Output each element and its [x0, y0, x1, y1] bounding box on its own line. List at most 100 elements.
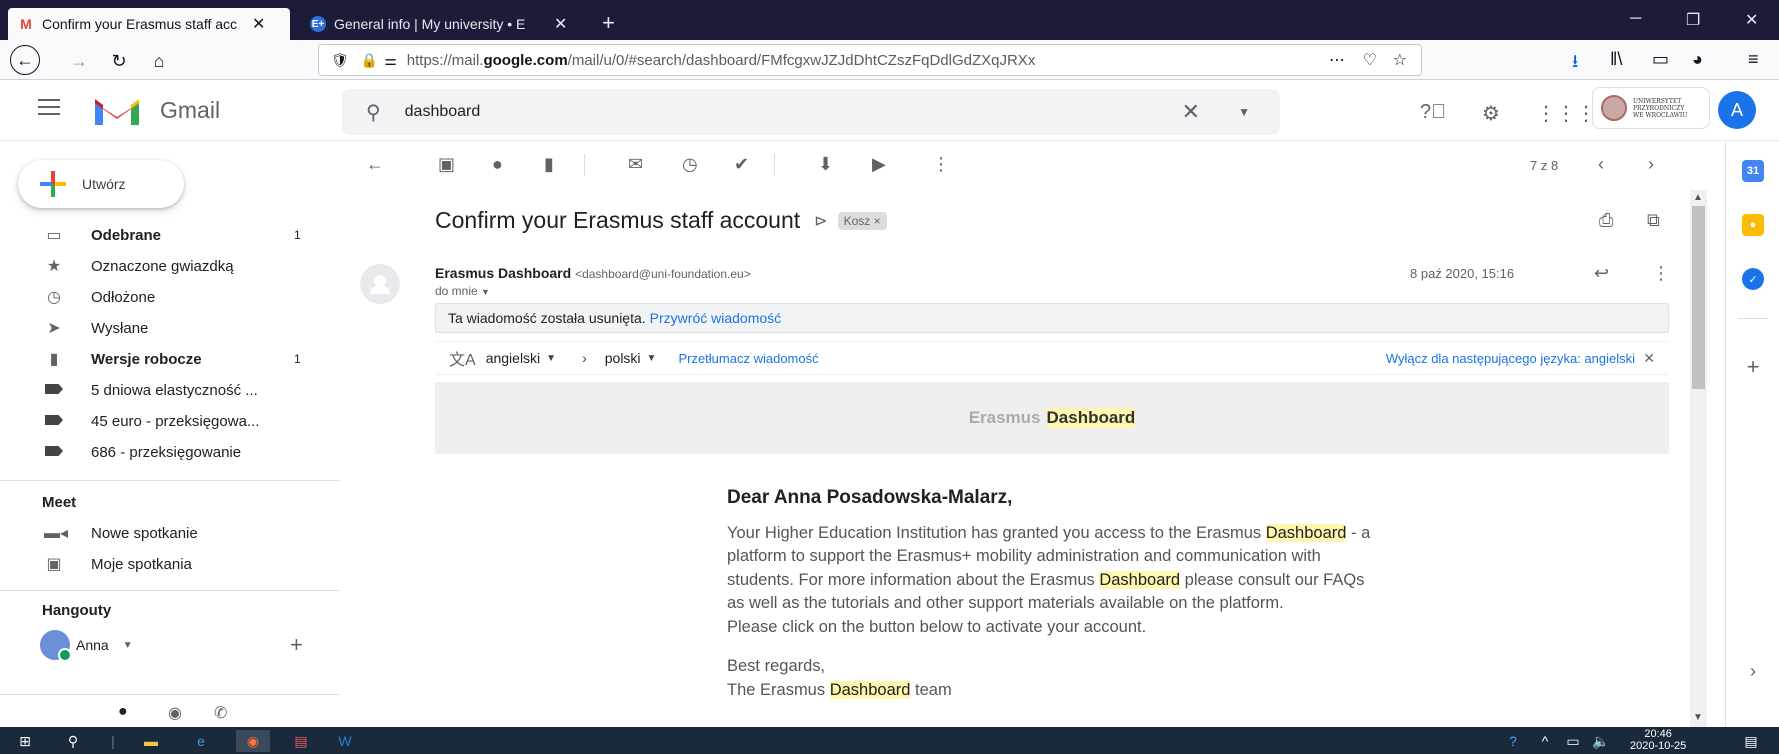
- sidebar-item-label-3[interactable]: 686 - przeksięgowanie: [0, 437, 320, 467]
- older-chevron-icon[interactable]: ›: [1648, 154, 1654, 175]
- source-language-select[interactable]: angielski: [486, 350, 540, 366]
- snooze-icon[interactable]: ◷: [682, 154, 698, 175]
- print-icon[interactable]: ⎙: [1599, 210, 1613, 231]
- reload-button[interactable]: ↻: [106, 48, 132, 74]
- compose-button[interactable]: Utwórz: [18, 160, 184, 208]
- restore-button[interactable]: ❐: [1686, 10, 1700, 30]
- scroll-up-icon[interactable]: ▲: [1693, 192, 1703, 203]
- notifications-icon[interactable]: ▤: [1740, 730, 1762, 752]
- back-arrow-icon[interactable]: ←: [366, 154, 384, 175]
- apps-grid-icon[interactable]: ⋮⋮⋮: [1536, 101, 1596, 126]
- windows-start-icon[interactable]: ⊞: [14, 730, 36, 752]
- report-spam-icon[interactable]: ●: [492, 154, 503, 175]
- search-options-icon[interactable]: ▼: [1238, 105, 1250, 119]
- home-button[interactable]: ⌂: [146, 48, 172, 74]
- hangouts-user[interactable]: Anna ▼: [40, 630, 133, 662]
- search-icon[interactable]: ⚲: [366, 100, 381, 125]
- chevron-up-icon[interactable]: ^: [1534, 730, 1556, 752]
- keep-icon[interactable]: ●: [1742, 214, 1764, 236]
- tab-erasmus[interactable]: E+ General info | My university • E ✕: [300, 8, 590, 40]
- bookmark-star-icon[interactable]: ☆: [1393, 50, 1407, 70]
- library-icon[interactable]: ‖\: [1610, 49, 1622, 70]
- chevron-right-icon[interactable]: ›: [1742, 660, 1764, 682]
- sidebar-item-inbox[interactable]: ▭ Odebrane 1: [0, 220, 320, 250]
- trash-label-chip[interactable]: Kosz ×: [837, 211, 887, 230]
- chevron-down-icon[interactable]: ▼: [546, 353, 556, 364]
- sidebar-item-snoozed[interactable]: ◷ Odłożone: [0, 282, 320, 312]
- extension-icon[interactable]: ◕: [1692, 49, 1703, 70]
- account-avatar[interactable]: A: [1718, 91, 1756, 129]
- new-tab-button[interactable]: +: [602, 10, 615, 36]
- more-options-icon[interactable]: ⋮: [932, 154, 950, 175]
- target-language-select[interactable]: polski: [605, 350, 641, 366]
- close-window-button[interactable]: ✕: [1745, 10, 1758, 30]
- label-icon[interactable]: ▶: [872, 154, 886, 175]
- move-to-icon[interactable]: ⬇: [818, 154, 833, 175]
- mark-unread-icon[interactable]: ✉: [628, 154, 643, 175]
- tasks-icon[interactable]: ✓: [1742, 268, 1764, 290]
- sidebar-item-drafts[interactable]: ▮ Wersje robocze 1: [0, 344, 320, 374]
- scrollbar-thumb[interactable]: [1692, 206, 1705, 389]
- clear-search-icon[interactable]: ✕: [1182, 99, 1200, 125]
- phone-icon[interactable]: ✆: [214, 703, 227, 723]
- menu-icon[interactable]: ≡: [1748, 49, 1759, 70]
- sidebar-icon[interactable]: ▭: [1652, 49, 1669, 70]
- sidebar-item-label-1[interactable]: 5 dniowa elastyczność ...: [0, 375, 320, 405]
- minimize-button[interactable]: ─: [1630, 10, 1641, 28]
- chevron-down-icon[interactable]: ▼: [647, 353, 657, 364]
- back-button[interactable]: ←: [10, 45, 40, 75]
- archive-icon[interactable]: ▣: [438, 154, 455, 175]
- firefox-icon[interactable]: ◉: [236, 730, 270, 752]
- university-logo[interactable]: UNIWERSYTET PRZYRODNICZY WE WROCŁAWIU: [1592, 87, 1710, 129]
- calendar-icon[interactable]: 31: [1742, 160, 1764, 182]
- delete-icon[interactable]: ▮: [544, 154, 554, 175]
- help-icon[interactable]: ?⃝: [1420, 101, 1446, 124]
- main-menu-icon[interactable]: [38, 99, 60, 115]
- internet-explorer-icon[interactable]: e: [190, 730, 212, 752]
- importance-marker-icon[interactable]: ⊳: [814, 211, 827, 231]
- battery-icon[interactable]: ▭: [1562, 730, 1584, 752]
- search-input[interactable]: dashboard: [405, 103, 481, 121]
- page-actions-icon[interactable]: ⋯: [1329, 50, 1345, 70]
- chevron-down-icon[interactable]: ▼: [481, 287, 490, 297]
- pdf-app-icon[interactable]: ▤: [290, 730, 312, 752]
- system-clock[interactable]: 20:46 2020-10-25: [1630, 728, 1686, 752]
- meet-new-meeting[interactable]: ▬◂ Nowe spotkanie: [0, 518, 320, 548]
- recipient-line[interactable]: do mnie ▼: [435, 284, 490, 298]
- help-icon[interactable]: ?: [1502, 730, 1524, 752]
- file-explorer-icon[interactable]: ▬: [140, 730, 162, 752]
- download-icon[interactable]: ⭳: [1572, 49, 1578, 79]
- translate-message-link[interactable]: Przetłumacz wiadomość: [678, 351, 818, 366]
- add-contact-button[interactable]: +: [290, 632, 303, 658]
- close-icon[interactable]: ✕: [1643, 350, 1655, 367]
- word-icon[interactable]: W: [334, 730, 356, 752]
- search-icon[interactable]: ⚲: [62, 730, 84, 752]
- more-options-icon[interactable]: ⋮: [1652, 263, 1670, 284]
- close-icon[interactable]: ✕: [554, 14, 567, 34]
- meet-my-meetings[interactable]: ▣ Moje spotkania: [0, 549, 320, 579]
- disable-translation-link[interactable]: Wyłącz dla następującego języka: angiels…: [1386, 351, 1635, 366]
- reply-icon[interactable]: ↩: [1594, 263, 1609, 284]
- close-icon[interactable]: ✕: [252, 14, 265, 34]
- volume-icon[interactable]: 🔈: [1590, 730, 1612, 752]
- shield-icon[interactable]: 🛡: [331, 52, 349, 69]
- forward-button[interactable]: →: [66, 48, 92, 74]
- sidebar-item-starred[interactable]: ★ Oznaczone gwiazdką: [0, 251, 320, 281]
- permissions-icon[interactable]: ⚌: [384, 52, 397, 69]
- url-bar[interactable]: 🛡 🔒 ⚌ https://mail.google.com/mail/u/0/#…: [318, 44, 1422, 76]
- scroll-down-icon[interactable]: ▼: [1693, 712, 1703, 723]
- settings-gear-icon[interactable]: ⚙: [1482, 101, 1500, 126]
- sidebar-item-label-2[interactable]: 45 euro - przeksięgowa...: [0, 406, 320, 436]
- chevron-down-icon[interactable]: ▼: [123, 640, 133, 651]
- restore-message-link[interactable]: Przywróć wiadomość: [650, 310, 781, 326]
- chat-icon[interactable]: ◉: [168, 703, 182, 723]
- search-box[interactable]: ⚲ dashboard ✕ ▼: [342, 89, 1280, 135]
- pocket-icon[interactable]: ♡: [1363, 50, 1377, 70]
- open-new-window-icon[interactable]: ⧉: [1647, 210, 1660, 231]
- add-addon-icon[interactable]: +: [1742, 354, 1764, 379]
- gmail-logo[interactable]: [92, 95, 142, 127]
- contacts-icon[interactable]: ●: [118, 703, 128, 721]
- sidebar-item-sent[interactable]: ➤ Wysłane: [0, 313, 320, 343]
- tab-gmail[interactable]: M Confirm your Erasmus staff acc ✕: [8, 8, 290, 40]
- add-task-icon[interactable]: ✔: [734, 154, 749, 175]
